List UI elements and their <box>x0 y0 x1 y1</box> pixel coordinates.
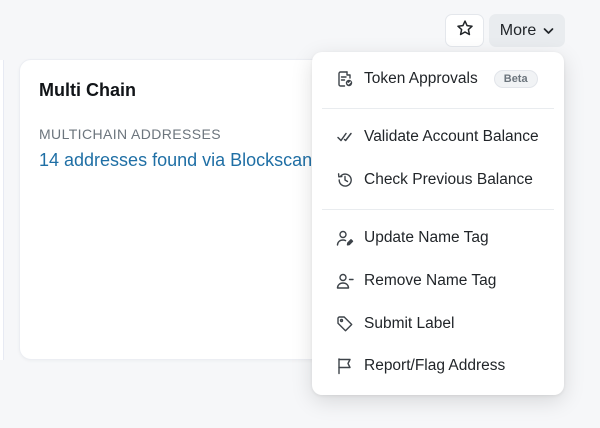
blockscan-addresses-link[interactable]: 14 addresses found via Blockscan <box>39 150 312 171</box>
beta-badge: Beta <box>493 70 538 88</box>
adjacent-panel-edge <box>0 60 4 360</box>
more-dropdown-button[interactable]: More <box>489 14 565 47</box>
menu-item-label: Update Name Tag <box>364 229 489 246</box>
menu-item-label: Validate Account Balance <box>364 128 539 145</box>
menu-item-update-name-tag[interactable]: Update Name Tag <box>336 226 489 250</box>
multichain-card: Multi Chain MULTICHAIN ADDRESSES 14 addr… <box>19 59 349 360</box>
star-icon <box>456 19 474 42</box>
menu-item-check-previous-balance[interactable]: Check Previous Balance <box>336 168 533 192</box>
double-check-icon <box>336 128 354 146</box>
menu-item-validate-account-balance[interactable]: Validate Account Balance <box>336 125 539 149</box>
multichain-addresses-label: MULTICHAIN ADDRESSES <box>39 126 221 142</box>
menu-item-label: Remove Name Tag <box>364 272 497 289</box>
menu-item-label: Token Approvals <box>364 70 478 87</box>
menu-divider <box>322 209 554 210</box>
card-title: Multi Chain <box>39 80 136 100</box>
more-dropdown-menu: Token Approvals Beta Validate Account Ba… <box>312 52 564 395</box>
menu-divider <box>322 108 554 109</box>
menu-item-label: Report/Flag Address <box>364 357 506 374</box>
user-edit-icon <box>336 229 354 247</box>
menu-item-report-flag-address[interactable]: Report/Flag Address <box>336 354 505 378</box>
token-approvals-icon <box>336 70 354 88</box>
history-icon <box>336 171 354 189</box>
flag-icon <box>336 357 354 375</box>
more-button-label: More <box>499 21 537 39</box>
menu-item-label: Check Previous Balance <box>364 171 533 188</box>
chevron-down-icon <box>543 22 554 40</box>
menu-item-label: Submit Label <box>364 315 455 332</box>
menu-item-token-approvals[interactable]: Token Approvals Beta <box>336 67 538 91</box>
user-minus-icon <box>336 272 354 290</box>
tag-icon <box>336 315 354 333</box>
menu-item-remove-name-tag[interactable]: Remove Name Tag <box>336 269 496 293</box>
page: Multi Chain MULTICHAIN ADDRESSES 14 addr… <box>0 0 600 428</box>
menu-item-submit-label[interactable]: Submit Label <box>336 312 454 336</box>
favorite-button[interactable] <box>445 14 484 47</box>
